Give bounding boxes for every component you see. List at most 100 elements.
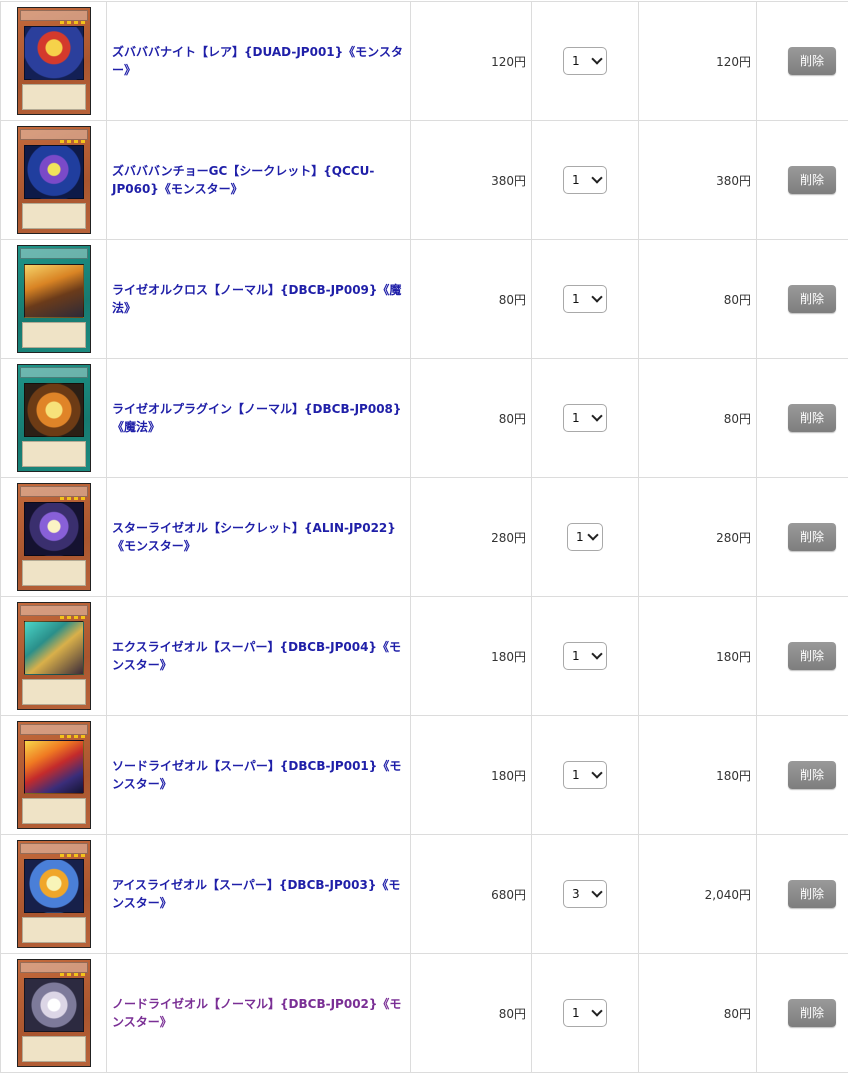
delete-button[interactable]: 削除 [788,404,836,432]
table-row: エクスライゼオル【スーパー】{DBCB-JP004}《モンスター》 180円 1… [0,596,848,716]
chevron-down-icon [591,53,603,65]
product-name-cell: ライゼオルプラグイン【ノーマル】{DBCB-JP008}《魔法》 [106,358,411,478]
table-row: ソードライゼオル【スーパー】{DBCB-JP001}《モンスター》 180円 1… [0,715,848,835]
delete-cell: 削除 [756,596,848,716]
unit-price: 120円 [410,1,532,121]
delete-cell: 削除 [756,120,848,240]
quantity-cell: 1 [531,120,639,240]
table-row: スターライゼオル【シークレット】{ALIN-JP022}《モンスター》 280円… [0,477,848,597]
product-image-cell [0,239,107,359]
chevron-down-icon [591,172,603,184]
quantity-select[interactable]: 1 [567,523,603,551]
delete-button[interactable]: 削除 [788,880,836,908]
quantity-cell: 1 [531,596,639,716]
table-row: ライゼオルクロス【ノーマル】{DBCB-JP009}《魔法》 80円 1 80円… [0,239,848,359]
product-name-cell: ライゼオルクロス【ノーマル】{DBCB-JP009}《魔法》 [106,239,411,359]
cart-table: ズバババナイト【レア】{DUAD-JP001}《モンスター》 120円 1 12… [0,1,848,1073]
quantity-select[interactable]: 1 [563,761,607,789]
quantity-value: 1 [572,768,580,782]
quantity-value: 3 [572,887,580,901]
product-link[interactable]: ライゼオルプラグイン【ノーマル】{DBCB-JP008}《魔法》 [112,400,404,436]
product-image-cell [0,1,107,121]
subtotal: 80円 [638,953,757,1073]
delete-button[interactable]: 削除 [788,47,836,75]
card-thumbnail[interactable] [16,602,91,710]
quantity-select[interactable]: 1 [563,642,607,670]
card-thumbnail[interactable] [16,959,91,1067]
delete-button[interactable]: 削除 [788,642,836,670]
unit-price: 380円 [410,120,532,240]
quantity-cell: 1 [531,953,639,1073]
delete-cell: 削除 [756,1,848,121]
chevron-down-icon [591,291,603,303]
subtotal: 280円 [638,477,757,597]
subtotal: 180円 [638,715,757,835]
delete-button[interactable]: 削除 [788,166,836,194]
quantity-select[interactable]: 1 [563,999,607,1027]
subtotal: 180円 [638,596,757,716]
product-link[interactable]: アイスライゼオル【スーパー】{DBCB-JP003}《モンスター》 [112,876,404,912]
product-link[interactable]: ライゼオルクロス【ノーマル】{DBCB-JP009}《魔法》 [112,281,404,317]
unit-price: 680円 [410,834,532,954]
product-image-cell [0,477,107,597]
product-image-cell [0,834,107,954]
quantity-select[interactable]: 1 [563,47,607,75]
product-name-cell: アイスライゼオル【スーパー】{DBCB-JP003}《モンスター》 [106,834,411,954]
unit-price: 80円 [410,358,532,478]
quantity-value: 1 [572,292,580,306]
delete-cell: 削除 [756,358,848,478]
quantity-value: 1 [572,1006,580,1020]
product-image-cell [0,715,107,835]
product-link[interactable]: ソードライゼオル【スーパー】{DBCB-JP001}《モンスター》 [112,757,404,793]
product-name-cell: エクスライゼオル【スーパー】{DBCB-JP004}《モンスター》 [106,596,411,716]
product-image-cell [0,120,107,240]
quantity-cell: 1 [531,358,639,478]
product-name-cell: スターライゼオル【シークレット】{ALIN-JP022}《モンスター》 [106,477,411,597]
unit-price: 180円 [410,596,532,716]
product-link[interactable]: ズバババンチョーGC【シークレット】{QCCU-JP060}《モンスター》 [112,162,404,198]
product-link[interactable]: エクスライゼオル【スーパー】{DBCB-JP004}《モンスター》 [112,638,404,674]
chevron-down-icon [587,529,599,541]
quantity-select[interactable]: 1 [563,166,607,194]
product-image-cell [0,358,107,478]
unit-price: 80円 [410,953,532,1073]
quantity-select[interactable]: 3 [563,880,607,908]
card-thumbnail[interactable] [16,126,91,234]
card-thumbnail[interactable] [16,721,91,829]
table-row: ノードライゼオル【ノーマル】{DBCB-JP002}《モンスター》 80円 1 … [0,953,848,1073]
card-thumbnail[interactable] [16,840,91,948]
product-name-cell: ズバババナイト【レア】{DUAD-JP001}《モンスター》 [106,1,411,121]
table-row: アイスライゼオル【スーパー】{DBCB-JP003}《モンスター》 680円 3… [0,834,848,954]
subtotal: 380円 [638,120,757,240]
quantity-select[interactable]: 1 [563,404,607,432]
chevron-down-icon [591,1005,603,1017]
quantity-value: 1 [576,530,584,544]
product-link[interactable]: ズバババナイト【レア】{DUAD-JP001}《モンスター》 [112,43,404,79]
product-image-cell [0,953,107,1073]
delete-cell: 削除 [756,477,848,597]
quantity-cell: 1 [531,715,639,835]
product-name-cell: ズバババンチョーGC【シークレット】{QCCU-JP060}《モンスター》 [106,120,411,240]
delete-cell: 削除 [756,834,848,954]
product-name-cell: ソードライゼオル【スーパー】{DBCB-JP001}《モンスター》 [106,715,411,835]
card-thumbnail[interactable] [16,245,91,353]
delete-button[interactable]: 削除 [788,999,836,1027]
quantity-select[interactable]: 1 [563,285,607,313]
table-row: ズバババンチョーGC【シークレット】{QCCU-JP060}《モンスター》 38… [0,120,848,240]
chevron-down-icon [591,648,603,660]
product-link[interactable]: スターライゼオル【シークレット】{ALIN-JP022}《モンスター》 [112,519,404,555]
chevron-down-icon [591,886,603,898]
delete-button[interactable]: 削除 [788,523,836,551]
card-thumbnail[interactable] [16,364,91,472]
product-link[interactable]: ノードライゼオル【ノーマル】{DBCB-JP002}《モンスター》 [112,995,404,1031]
subtotal: 120円 [638,1,757,121]
subtotal: 80円 [638,239,757,359]
delete-button[interactable]: 削除 [788,285,836,313]
quantity-cell: 1 [531,477,639,597]
unit-price: 280円 [410,477,532,597]
unit-price: 180円 [410,715,532,835]
card-thumbnail[interactable] [16,7,91,115]
card-thumbnail[interactable] [16,483,91,591]
delete-button[interactable]: 削除 [788,761,836,789]
chevron-down-icon [591,410,603,422]
